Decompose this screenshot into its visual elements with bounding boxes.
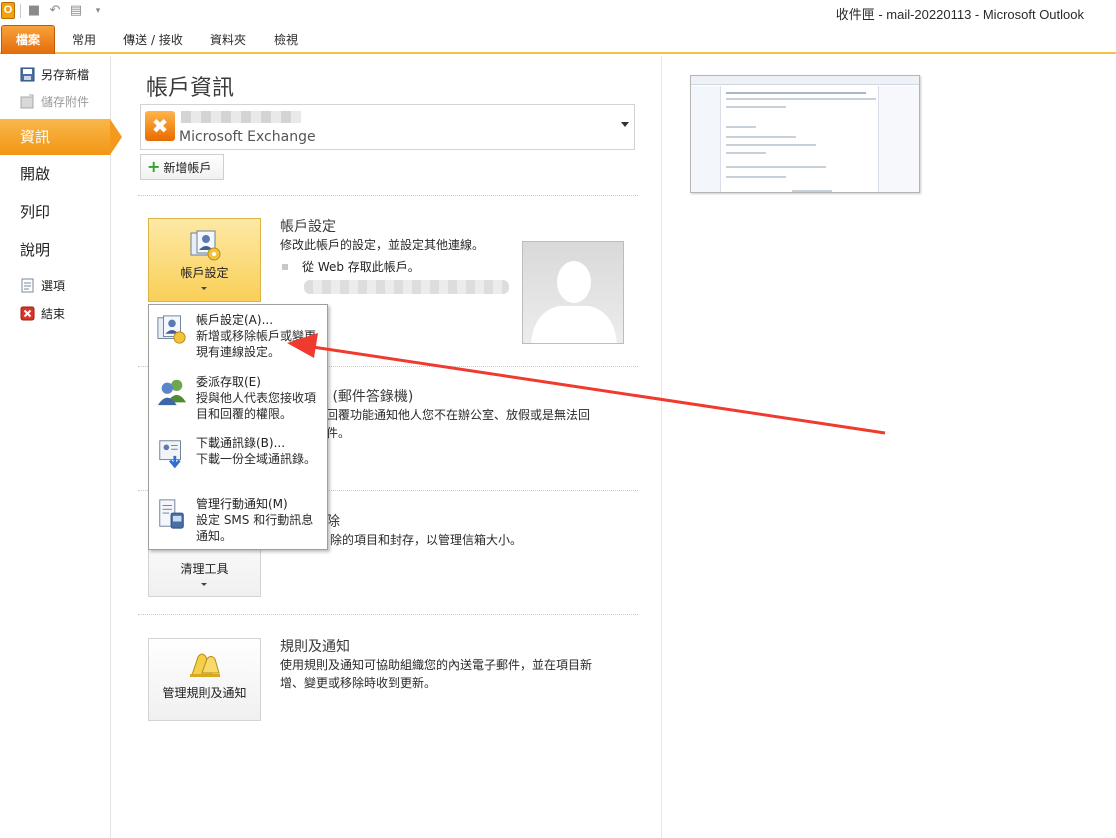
annotation-arrow — [287, 333, 886, 435]
